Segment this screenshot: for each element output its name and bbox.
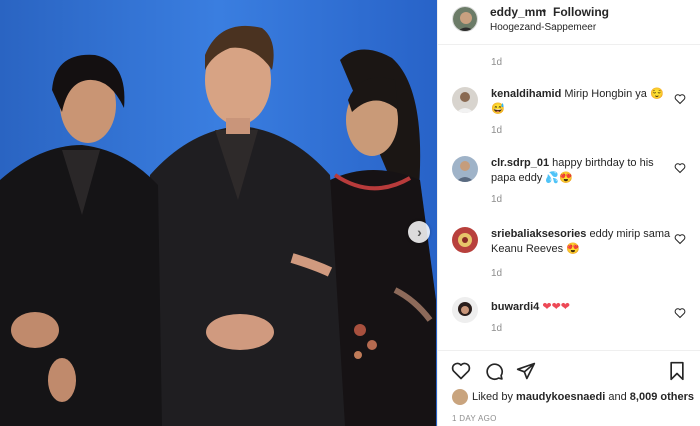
author-username[interactable]: eddy_mm [490, 5, 546, 19]
avatar-image [452, 156, 478, 182]
commenter-username[interactable]: kenaldihamid [491, 88, 561, 100]
comment-body: sriebaliaksesories eddy mirip sama Keanu… [491, 227, 671, 257]
header-separator: • [542, 4, 547, 18]
instagram-post: › eddy_mm • Following Hoogezand-Sappemee… [0, 0, 700, 426]
avatar-image [452, 227, 478, 253]
post-photo[interactable]: › [0, 0, 437, 426]
comment-body: buwardi4 ❤❤❤ [491, 300, 671, 315]
post-sidebar: eddy_mm • Following Hoogezand-Sappemeer … [437, 0, 700, 426]
chevron-right-icon: › [417, 224, 422, 240]
likes-joiner: and [608, 391, 627, 403]
commenter-username[interactable]: sriebaliaksesories [491, 228, 586, 240]
comment-age: 1d [491, 125, 503, 136]
small-heart-icon[interactable] [674, 307, 686, 319]
avatar-image [452, 297, 478, 323]
small-heart-icon[interactable] [674, 233, 686, 245]
likes-prefix: Liked by [472, 391, 513, 403]
post-date[interactable]: 1 DAY AGO [452, 414, 497, 423]
likes-text: Liked by maudykoesnaedi and 8,009 others [472, 391, 694, 403]
liker-avatar[interactable] [452, 389, 468, 405]
commenter-avatar[interactable] [452, 87, 478, 113]
avatar-image [452, 87, 478, 113]
liker-username[interactable]: maudykoesnaedi [516, 391, 605, 403]
commenter-username[interactable]: clr.sdrp_01 [491, 157, 549, 169]
photo-illustration [0, 0, 437, 426]
small-heart-icon[interactable] [674, 162, 686, 174]
commenter-avatar[interactable] [452, 297, 478, 323]
likes-others[interactable]: 8,009 others [630, 391, 694, 403]
comment-body: kenaldihamid Mirip Hongbin ya 😌😅 [491, 87, 671, 117]
following-button[interactable]: Following [553, 5, 609, 19]
comment-bubble-icon[interactable] [484, 361, 504, 381]
post-location[interactable]: Hoogezand-Sappemeer [490, 22, 596, 33]
post-header: eddy_mm • Following Hoogezand-Sappemeer [438, 0, 700, 44]
commenter-avatar[interactable] [452, 227, 478, 253]
commenter-username[interactable]: buwardi4 [491, 301, 539, 313]
small-heart-icon[interactable] [674, 93, 686, 105]
paper-plane-icon[interactable] [516, 361, 536, 381]
comment-age: 1d [491, 323, 503, 334]
comment-body: clr.sdrp_01 happy birthday to his papa e… [491, 156, 671, 186]
author-avatar[interactable] [452, 6, 478, 32]
post-actions: Liked by maudykoesnaedi and 8,009 others… [438, 350, 700, 426]
commenter-avatar[interactable] [452, 156, 478, 182]
next-photo-button[interactable]: › [408, 221, 430, 243]
avatar-image [453, 7, 477, 31]
comments-list[interactable]: 1d kenaldihamid Mirip Hongbin ya 😌😅 1d c… [438, 44, 700, 350]
comment-age: 1d [491, 194, 503, 205]
caption-age: 1d [491, 57, 503, 68]
heart-outline-icon[interactable] [451, 361, 471, 381]
bookmark-icon[interactable] [667, 361, 687, 381]
comment-text: ❤❤❤ [542, 301, 571, 313]
comment-age: 1d [491, 268, 503, 279]
